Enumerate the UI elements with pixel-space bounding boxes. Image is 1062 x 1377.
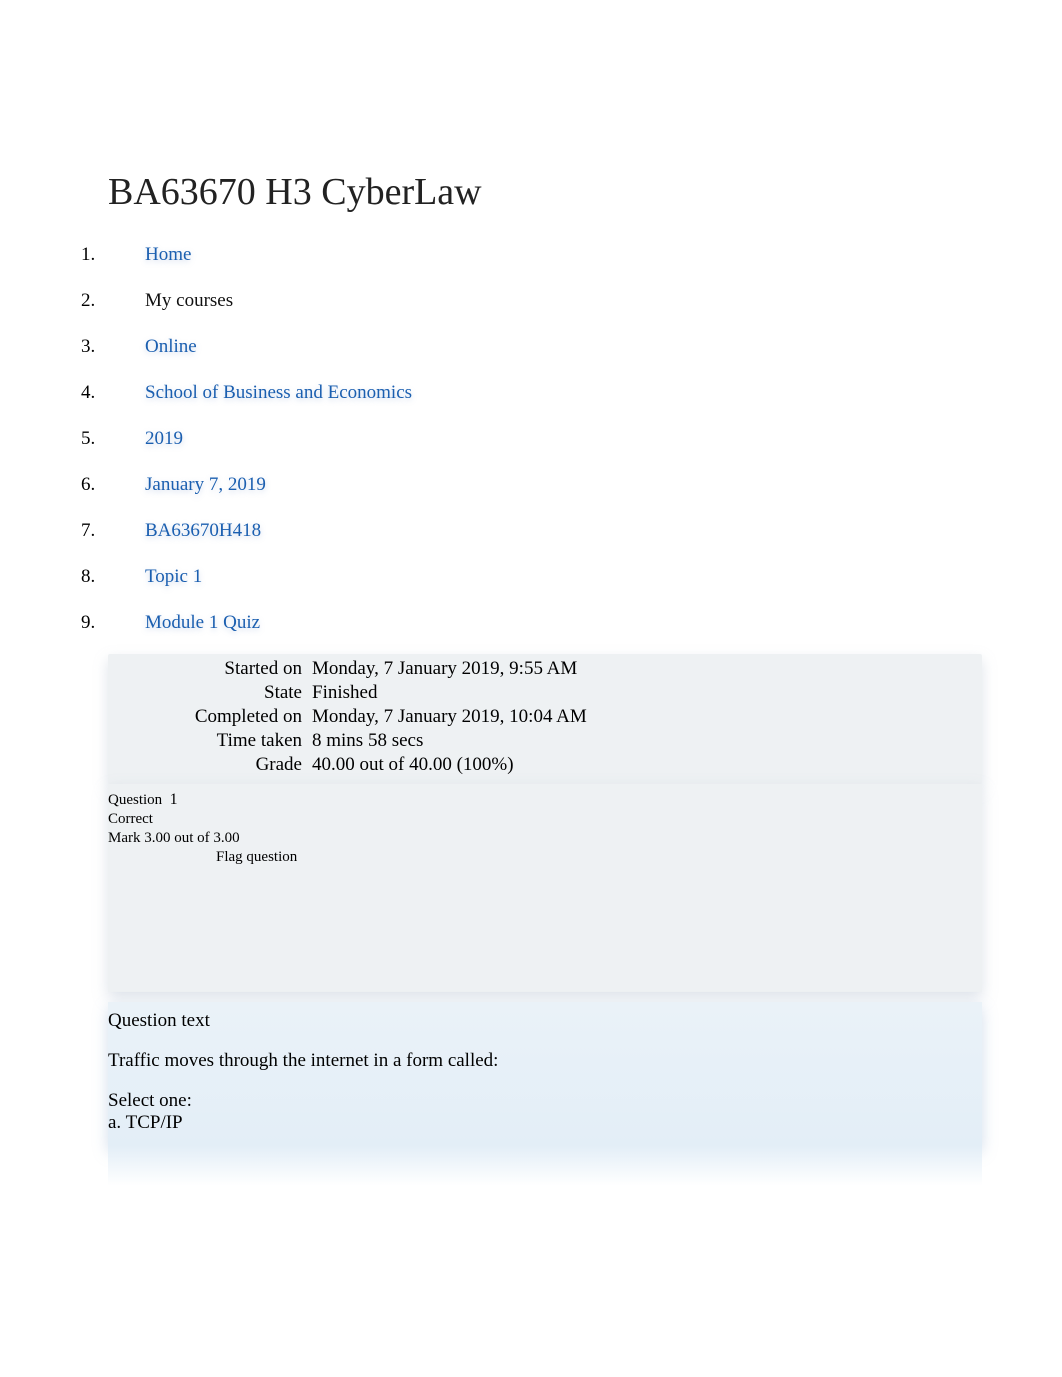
question-text: Traffic moves through the internet in a … bbox=[108, 1050, 974, 1072]
breadcrumb-text-mycourses: My courses bbox=[145, 290, 233, 311]
summary-row: Time taken 8 mins 58 secs bbox=[116, 730, 974, 754]
question-number: 1 bbox=[170, 791, 178, 808]
question-status: Correct bbox=[108, 810, 982, 829]
breadcrumb-item: Online bbox=[100, 336, 982, 358]
flag-question-link[interactable]: Flag question bbox=[108, 848, 982, 867]
breadcrumb-item: My courses bbox=[100, 290, 982, 312]
breadcrumb-link-course[interactable]: BA63670H418 bbox=[145, 520, 261, 541]
breadcrumb-link-home[interactable]: Home bbox=[145, 244, 191, 265]
question-label: Question bbox=[108, 792, 162, 808]
quiz-summary: Started on Monday, 7 January 2019, 9:55 … bbox=[108, 654, 982, 784]
breadcrumb-item: Topic 1 bbox=[100, 566, 982, 588]
breadcrumb-link-quiz[interactable]: Module 1 Quiz bbox=[145, 612, 260, 633]
summary-value-completedon: Monday, 7 January 2019, 10:04 AM bbox=[310, 706, 974, 730]
summary-label-timetaken: Time taken bbox=[116, 730, 310, 754]
summary-label-startedon: Started on bbox=[116, 658, 310, 682]
fade-overlay bbox=[108, 1146, 982, 1186]
breadcrumb-item: 2019 bbox=[100, 428, 982, 450]
breadcrumb-item: Module 1 Quiz bbox=[100, 612, 982, 634]
summary-value-grade: 40.00 out of 40.00 (100%) bbox=[310, 754, 974, 778]
question-header: Question 1 Correct Mark 3.00 out of 3.00… bbox=[108, 784, 982, 992]
summary-label-completedon: Completed on bbox=[116, 706, 310, 730]
summary-row: Started on Monday, 7 January 2019, 9:55 … bbox=[116, 658, 974, 682]
option-prefix: a. bbox=[108, 1112, 121, 1133]
question-number-row: Question 1 bbox=[108, 790, 982, 810]
page-title: BA63670 H3 CyberLaw bbox=[108, 170, 982, 214]
breadcrumb-link-school[interactable]: School of Business and Economics bbox=[145, 382, 412, 403]
breadcrumb-item: Home bbox=[100, 244, 982, 266]
question-body: Question text Traffic moves through the … bbox=[108, 1002, 982, 1146]
breadcrumb-link-topic[interactable]: Topic 1 bbox=[145, 566, 202, 587]
summary-value-timetaken: 8 mins 58 secs bbox=[310, 730, 974, 754]
select-one-label: Select one: bbox=[108, 1090, 974, 1112]
breadcrumb-link-online[interactable]: Online bbox=[145, 336, 197, 357]
summary-label-state: State bbox=[116, 682, 310, 706]
summary-row: State Finished bbox=[116, 682, 974, 706]
breadcrumb-item: School of Business and Economics bbox=[100, 382, 982, 404]
breadcrumb: Home My courses Online School of Busines… bbox=[80, 244, 982, 634]
question-text-heading: Question text bbox=[108, 1010, 974, 1032]
breadcrumb-link-year[interactable]: 2019 bbox=[145, 428, 183, 449]
answer-option-a[interactable]: a. TCP/IP bbox=[108, 1112, 974, 1134]
summary-value-startedon: Monday, 7 January 2019, 9:55 AM bbox=[310, 658, 974, 682]
breadcrumb-item: BA63670H418 bbox=[100, 520, 982, 542]
breadcrumb-item: January 7, 2019 bbox=[100, 474, 982, 496]
summary-value-state: Finished bbox=[310, 682, 974, 706]
question-mark: Mark 3.00 out of 3.00 bbox=[108, 829, 982, 848]
summary-label-grade: Grade bbox=[116, 754, 310, 778]
option-text: TCP/IP bbox=[126, 1112, 183, 1133]
summary-row: Grade 40.00 out of 40.00 (100%) bbox=[116, 754, 974, 778]
summary-row: Completed on Monday, 7 January 2019, 10:… bbox=[116, 706, 974, 730]
breadcrumb-link-date[interactable]: January 7, 2019 bbox=[145, 474, 266, 495]
